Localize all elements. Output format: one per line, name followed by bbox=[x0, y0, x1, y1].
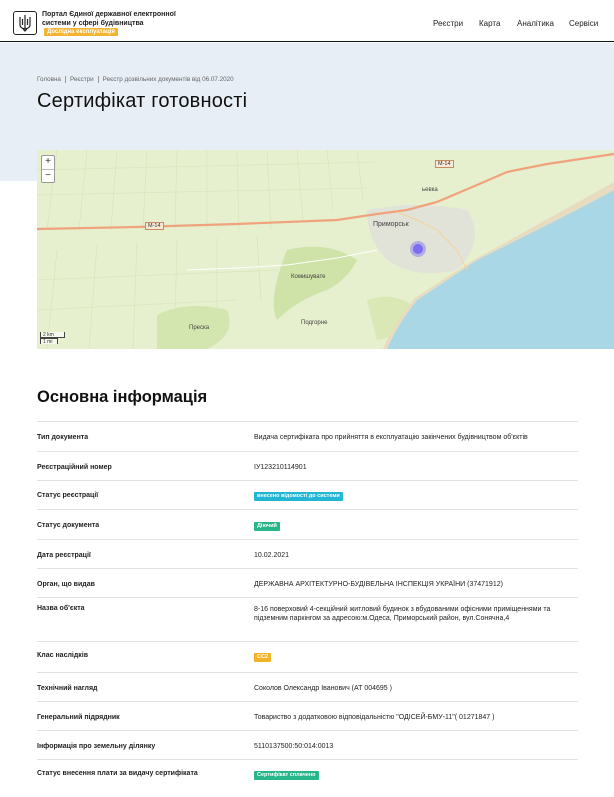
status-badge: СС2 bbox=[254, 653, 272, 662]
location-map[interactable]: М-14 М-14 Приморськ Комишувате Преска По… bbox=[37, 150, 614, 349]
breadcrumb-separator bbox=[97, 76, 99, 83]
info-row-reg-number: Реєстраційний номер ІУ123210114901 bbox=[37, 451, 578, 480]
info-row-consequence-class: Клас наслідків СС2 bbox=[37, 641, 578, 672]
zoom-in-button[interactable]: + bbox=[42, 156, 54, 169]
row-value: Соколов Олександр Іванович (АТ 004695 ) bbox=[254, 685, 392, 692]
row-label: Статус реєстрації bbox=[37, 492, 99, 499]
row-value: ІУ123210114901 bbox=[254, 464, 307, 471]
map-place-label: Преска bbox=[189, 325, 210, 331]
row-label: Статус документа bbox=[37, 522, 100, 529]
road-label: М-14 bbox=[435, 160, 454, 168]
row-value: 10.02.2021 bbox=[254, 552, 290, 559]
map-place-label: Комишувате bbox=[291, 274, 326, 280]
info-row-doc-status: Статус документа Діючий bbox=[37, 509, 578, 539]
status-badge: Сертифікат сплачено bbox=[254, 771, 319, 780]
row-label: Генеральний підрядник bbox=[37, 714, 120, 721]
info-row-tech-supervision: Технічний нагляд Соколов Олександр Івано… bbox=[37, 672, 578, 701]
info-row-reg-date: Дата реєстрації 10.02.2021 bbox=[37, 539, 578, 568]
row-label: Тип документа bbox=[37, 434, 89, 441]
info-row-doc-type: Тип документа Видача сертифіката про при… bbox=[37, 421, 578, 451]
row-label: Назва об'єкта bbox=[37, 605, 85, 612]
map-zoom-control: + − bbox=[41, 155, 55, 183]
breadcrumb-home[interactable]: Головна bbox=[37, 76, 61, 83]
row-label: Технічний нагляд bbox=[37, 685, 98, 692]
scale-km: 2 km bbox=[40, 332, 65, 338]
page-title: Сертифікат готовності bbox=[37, 90, 248, 112]
nav-analytics[interactable]: Аналітика bbox=[517, 19, 554, 28]
breadcrumb-separator bbox=[64, 76, 66, 83]
road-label: М-14 bbox=[145, 222, 164, 230]
row-value: 5110137500:50:014:0013 bbox=[254, 743, 334, 750]
info-row-object-name: Назва об'єкта 8-16 поверховий 4-секційни… bbox=[37, 597, 578, 641]
beta-badge: Дослідна експлуатація bbox=[44, 28, 118, 37]
row-label: Статус внесення плати за видачу сертифік… bbox=[37, 770, 198, 777]
breadcrumb-registries[interactable]: Реєстри bbox=[70, 76, 94, 83]
row-value: Видача сертифіката про прийняття в експл… bbox=[254, 434, 528, 441]
row-label: Орган, що видав bbox=[37, 581, 95, 588]
row-value: Сертифікат сплачено bbox=[254, 770, 574, 780]
info-row-issuer: Орган, що видав ДЕРЖАВНА АРХІТЕКТУРНО-БУ… bbox=[37, 568, 578, 597]
row-value: Товариство з додатковою відповідальністю… bbox=[254, 714, 495, 721]
info-table: Тип документа Видача сертифіката про при… bbox=[37, 421, 578, 788]
info-row-land-plot: Інформація про земельну ділянку 51101375… bbox=[37, 730, 578, 759]
row-label: Дата реєстрації bbox=[37, 552, 91, 559]
nav-map[interactable]: Карта bbox=[479, 19, 500, 28]
info-row-reg-status: Статус реєстрації внесено відомості до с… bbox=[37, 480, 578, 509]
map-scale: 2 km 1 mi bbox=[40, 332, 65, 345]
trident-logo-icon[interactable] bbox=[13, 11, 37, 35]
nav-services[interactable]: Сервіси bbox=[569, 19, 598, 28]
map-place-label: ьевка bbox=[422, 187, 438, 193]
row-value: 8-16 поверховий 4-секційний житловий буд… bbox=[254, 606, 551, 622]
row-value: СС2 bbox=[254, 652, 574, 662]
breadcrumb: Головна Реєстри Реєстр дозвільних документ… bbox=[37, 76, 234, 83]
row-value: ДЕРЖАВНА АРХІТЕКТУРНО-БУДІВЕЛЬНА ІНСПЕКЦ… bbox=[254, 581, 503, 588]
info-row-general-contractor: Генеральний підрядник Товариство з додат… bbox=[37, 701, 578, 730]
nav-registries[interactable]: Реєстри bbox=[433, 19, 463, 28]
scale-mi: 1 mi bbox=[40, 338, 58, 345]
map-place-label: Приморськ bbox=[373, 221, 409, 228]
status-badge: внесено відомості до системи bbox=[254, 492, 343, 501]
status-badge: Діючий bbox=[254, 522, 280, 531]
row-label: Інформація про земельну ділянку bbox=[37, 743, 156, 750]
row-label: Реєстраційний номер bbox=[37, 464, 112, 471]
site-header: Портал Єдиної державної електронної сист… bbox=[0, 0, 614, 42]
breadcrumb-current: Реєстр дозвільних документів від 06.07.2… bbox=[102, 76, 234, 84]
row-label: Клас наслідків bbox=[37, 652, 89, 659]
zoom-out-button[interactable]: − bbox=[42, 169, 54, 182]
row-value: Діючий bbox=[254, 521, 574, 531]
map-place-label: Подгорне bbox=[301, 320, 328, 326]
row-value: внесено відомості до системи bbox=[254, 491, 574, 501]
portal-title-text: Портал Єдиної державної електронної сист… bbox=[42, 11, 176, 27]
portal-title[interactable]: Портал Єдиної державної електронної сист… bbox=[42, 11, 182, 37]
section-title: Основна інформація bbox=[37, 388, 208, 406]
info-row-payment-status: Статус внесення плати за видачу сертифік… bbox=[37, 759, 578, 788]
